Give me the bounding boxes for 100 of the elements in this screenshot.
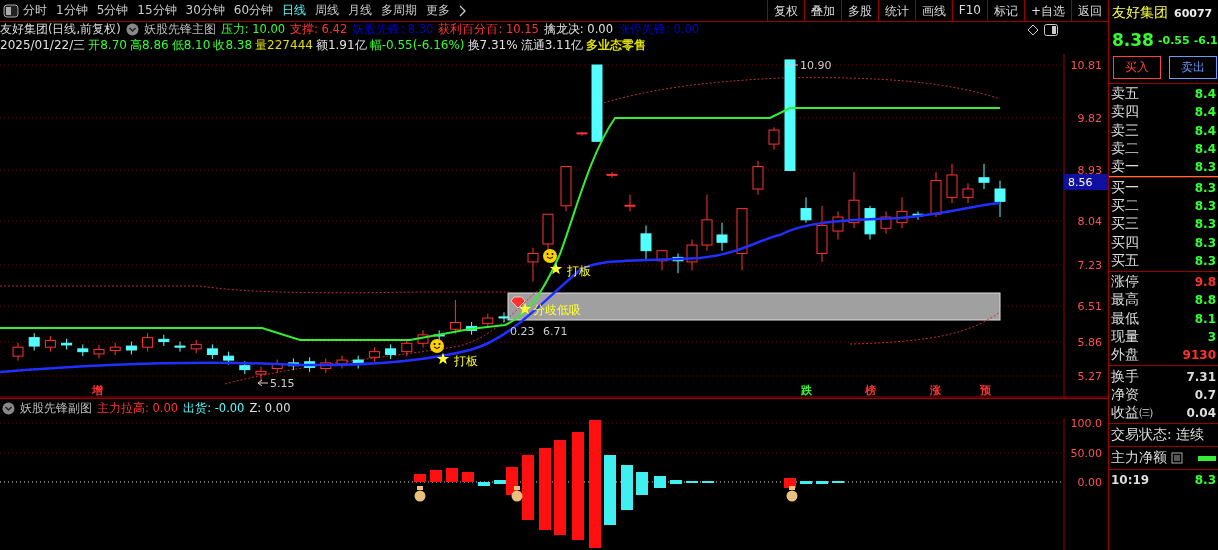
field-label: 现量 bbox=[1111, 328, 1139, 346]
candle bbox=[701, 193, 713, 251]
field-value: 8.4 bbox=[1194, 123, 1216, 138]
candle bbox=[880, 210, 892, 234]
field-label: 收益㈢ bbox=[1111, 404, 1153, 423]
histogram-bar bbox=[670, 480, 682, 484]
candle bbox=[109, 341, 121, 356]
signal-label: 打板 bbox=[454, 353, 478, 368]
period-tab[interactable]: 60分钟 bbox=[233, 2, 274, 19]
candle bbox=[239, 360, 251, 375]
bar-info-value: 低8.10 bbox=[171, 37, 211, 55]
period-tab[interactable]: 更多 bbox=[426, 2, 451, 19]
gem-icon bbox=[510, 296, 526, 308]
axis-label: 100.0 bbox=[1070, 418, 1102, 430]
toolbar-button[interactable]: 返回 bbox=[1071, 0, 1108, 21]
indicator-value: 擒龙决: 0.00 bbox=[543, 22, 613, 38]
indicator-value: 妖股先锋: 8.30 bbox=[352, 22, 434, 38]
candle bbox=[864, 204, 876, 240]
toolbar-button[interactable]: F10 bbox=[951, 0, 987, 21]
money-bag-icon bbox=[511, 486, 523, 502]
candle bbox=[962, 182, 974, 204]
period-tab[interactable]: 1分钟 bbox=[56, 2, 88, 19]
signal-marker: 榜 bbox=[864, 383, 876, 397]
candle bbox=[896, 196, 908, 229]
field-label: 买四 bbox=[1111, 233, 1139, 252]
field-label: 买一 bbox=[1111, 178, 1139, 197]
candle bbox=[174, 340, 186, 352]
histogram-bar bbox=[784, 478, 796, 488]
candle bbox=[44, 335, 56, 352]
candle bbox=[12, 341, 24, 361]
period-tab[interactable]: 15分钟 bbox=[137, 2, 177, 19]
field-value: 8.4 bbox=[1194, 87, 1216, 102]
bar-info-value: 2025/01/22/三 bbox=[0, 37, 86, 55]
window-toggle-icon bbox=[1044, 23, 1058, 36]
histogram-bar bbox=[621, 465, 633, 510]
toolbar-button[interactable]: 标记 bbox=[986, 0, 1024, 21]
signal-marker: 预 bbox=[979, 383, 991, 397]
dropdown-icon bbox=[2, 401, 15, 415]
panel-toggle-icon bbox=[3, 3, 19, 18]
field-label: 卖一 bbox=[1111, 158, 1139, 177]
candle bbox=[498, 311, 510, 323]
candle bbox=[930, 171, 942, 218]
period-tab[interactable]: 30分钟 bbox=[185, 2, 225, 19]
period-tab[interactable]: 分时 bbox=[23, 2, 47, 19]
period-tab[interactable]: 周线 bbox=[315, 2, 340, 19]
toolbar-button[interactable]: 统计 bbox=[877, 0, 915, 21]
period-tab[interactable]: 月线 bbox=[348, 2, 373, 19]
price-label: 5.15 bbox=[270, 376, 295, 390]
flow-bar bbox=[1198, 455, 1216, 461]
axis-label: 7.23 bbox=[1077, 258, 1102, 272]
candle bbox=[368, 346, 380, 362]
histogram-bar bbox=[414, 474, 426, 482]
field-value: 0.7 bbox=[1194, 387, 1216, 402]
indicator-name[interactable]: 妖股先锋主图 bbox=[143, 22, 216, 38]
field-value: 8.3 bbox=[1194, 217, 1216, 232]
price-tag: 8.56 bbox=[1064, 173, 1108, 190]
candle bbox=[912, 210, 924, 220]
money-bag-icon bbox=[786, 486, 798, 502]
candle bbox=[158, 333, 170, 347]
indicator-name[interactable]: 妖股先锋副图 bbox=[20, 400, 92, 416]
histogram-bar bbox=[636, 472, 648, 495]
candle bbox=[287, 357, 299, 371]
candle bbox=[93, 344, 105, 359]
field-value: 9.8 bbox=[1194, 275, 1216, 290]
dropdown-icon bbox=[125, 23, 139, 37]
histogram-bar bbox=[800, 481, 812, 484]
indicator-value: 主力拉高: 0.00 bbox=[97, 400, 179, 416]
trade-status: 交易状态: 连续 bbox=[1110, 425, 1206, 445]
bar-info-value: 量227444 bbox=[255, 37, 313, 55]
field-label: 外盘 bbox=[1111, 346, 1139, 365]
period-tab[interactable]: 5分钟 bbox=[96, 2, 129, 19]
bar-info-value: 收8.38 bbox=[213, 37, 253, 55]
last-price: 8.38 bbox=[1112, 30, 1154, 50]
axis-label: 8.04 bbox=[1077, 214, 1102, 228]
candle bbox=[223, 350, 235, 365]
toolbar-button[interactable]: +自选 bbox=[1023, 0, 1071, 21]
sell-button[interactable]: 卖出 bbox=[1169, 56, 1217, 79]
field-label: 净资 bbox=[1111, 385, 1139, 404]
candle bbox=[320, 357, 332, 374]
buy-button[interactable]: 买入 bbox=[1113, 56, 1161, 79]
histogram-bar bbox=[604, 455, 616, 525]
toolbar-button[interactable]: 复权 bbox=[766, 0, 804, 21]
candle bbox=[352, 354, 364, 369]
toolbar-button[interactable]: 多股 bbox=[840, 0, 878, 21]
signal-label: 打板 bbox=[567, 263, 591, 278]
diamond-icon bbox=[1027, 23, 1039, 36]
toolbar-button[interactable]: 画线 bbox=[914, 0, 952, 21]
period-tab[interactable]: 日线 bbox=[282, 2, 307, 19]
period-tab[interactable]: 多周期 bbox=[381, 2, 418, 19]
candle bbox=[336, 354, 348, 369]
bar-info-value: 额1.91亿 bbox=[315, 37, 367, 55]
bar-info-value: 多业态零售 bbox=[586, 37, 647, 55]
arrow-left-icon bbox=[257, 379, 269, 387]
toolbar-button[interactable]: 叠加 bbox=[803, 0, 841, 21]
field-label: 换手 bbox=[1111, 367, 1139, 386]
field-label: 买五 bbox=[1111, 251, 1139, 270]
indicator-value: 支撑: 6.42 bbox=[290, 22, 348, 38]
tick-price: 8.3 bbox=[1194, 473, 1216, 488]
candle bbox=[28, 332, 40, 351]
field-value: 8.3 bbox=[1194, 235, 1216, 250]
